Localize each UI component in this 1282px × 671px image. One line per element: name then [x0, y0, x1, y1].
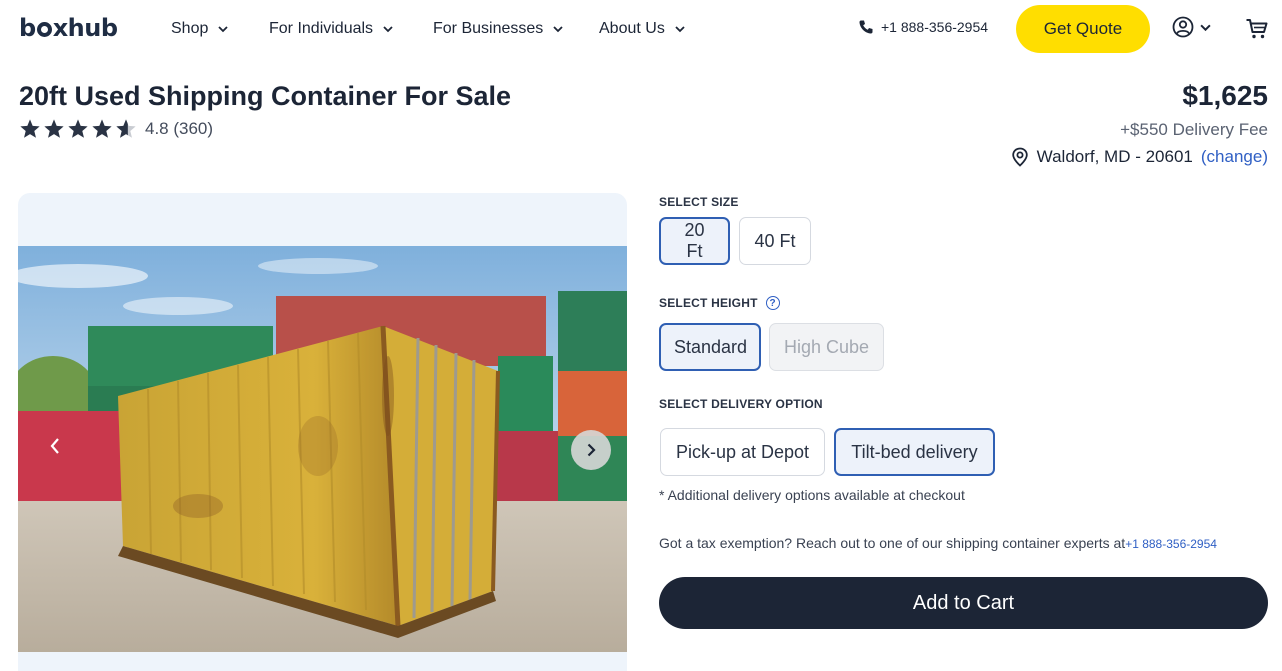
location-pin-icon [1011, 147, 1028, 167]
phone-icon [859, 20, 873, 34]
nav-shop[interactable]: Shop [171, 18, 229, 40]
help-icon[interactable]: ? [765, 296, 780, 310]
product-title: 20ft Used Shipping Container For Sale [19, 81, 512, 111]
header-phone-number: +1 888-356-2954 [881, 19, 989, 35]
account-menu[interactable] [1172, 16, 1211, 38]
height-option-standard[interactable]: Standard [659, 323, 761, 371]
star-half-icon [116, 119, 136, 138]
rating-stars [19, 118, 139, 140]
select-size-label: SELECT SIZE [659, 195, 739, 209]
get-quote-button[interactable]: Get Quote [1016, 5, 1150, 53]
delivery-location: Waldorf, MD - 20601 (change) [1011, 147, 1268, 167]
tax-exemption-text: Got a tax exemption? Reach out to one of… [659, 535, 1217, 551]
product-gallery [18, 193, 627, 671]
boxhub-logo[interactable]: b xhub [19, 14, 118, 42]
star-full-icon [20, 119, 40, 138]
select-delivery-label: SELECT DELIVERY OPTION [659, 397, 823, 411]
delivery-note: * Additional delivery options available … [659, 487, 965, 503]
size-option-20ft[interactable]: 20 Ft [659, 217, 730, 265]
nav-for-individuals-label: For Individuals [269, 20, 374, 37]
nav-for-individuals[interactable]: For Individuals [269, 18, 393, 40]
delivery-fee: +$550 Delivery Fee [1120, 120, 1268, 139]
container-photo[interactable] [18, 246, 627, 652]
account-icon [1172, 16, 1194, 38]
height-option-high-cube[interactable]: High Cube [769, 323, 884, 371]
site-header: b xhub Shop For Individuals For Businesse… [0, 0, 1282, 58]
add-to-cart-button[interactable]: Add to Cart [659, 577, 1268, 629]
rating-text: 4.8 (360) [145, 119, 214, 138]
nav-about-us[interactable]: About Us [599, 18, 685, 40]
chevron-down-icon [675, 26, 685, 33]
tax-phone-link[interactable]: +1 888-356-2954 [1125, 537, 1217, 551]
select-height-label: SELECT HEIGHT ? [659, 296, 780, 310]
size-option-40ft[interactable]: 40 Ft [739, 217, 811, 265]
header-phone-link[interactable]: +1 888-356-2954 [858, 19, 988, 35]
chevron-right-icon [587, 443, 596, 457]
delivery-option-pickup[interactable]: Pick-up at Depot [660, 428, 825, 476]
gallery-next-button[interactable] [571, 430, 611, 470]
nav-shop-label: Shop [171, 20, 209, 37]
delivery-option-tilt-bed[interactable]: Tilt-bed delivery [834, 428, 995, 476]
star-full-icon [44, 119, 64, 138]
chevron-down-icon [1200, 24, 1211, 31]
nav-for-businesses[interactable]: For Businesses [433, 18, 563, 40]
chevron-down-icon [383, 26, 393, 33]
chevron-down-icon [218, 26, 229, 33]
location-text: Waldorf, MD - 20601 [1036, 147, 1193, 166]
product-rating[interactable]: 4.8 (360) [19, 118, 213, 140]
star-full-icon [92, 119, 112, 138]
cart-icon[interactable] [1245, 17, 1269, 41]
change-location-link[interactable]: (change) [1201, 147, 1268, 167]
nav-for-businesses-label: For Businesses [433, 20, 544, 37]
chevron-down-icon [553, 26, 563, 33]
nav-about-us-label: About Us [599, 20, 665, 37]
star-full-icon [68, 119, 88, 138]
product-price: $1,625 [1182, 80, 1268, 111]
gallery-prev-arrow[interactable] [44, 431, 64, 461]
